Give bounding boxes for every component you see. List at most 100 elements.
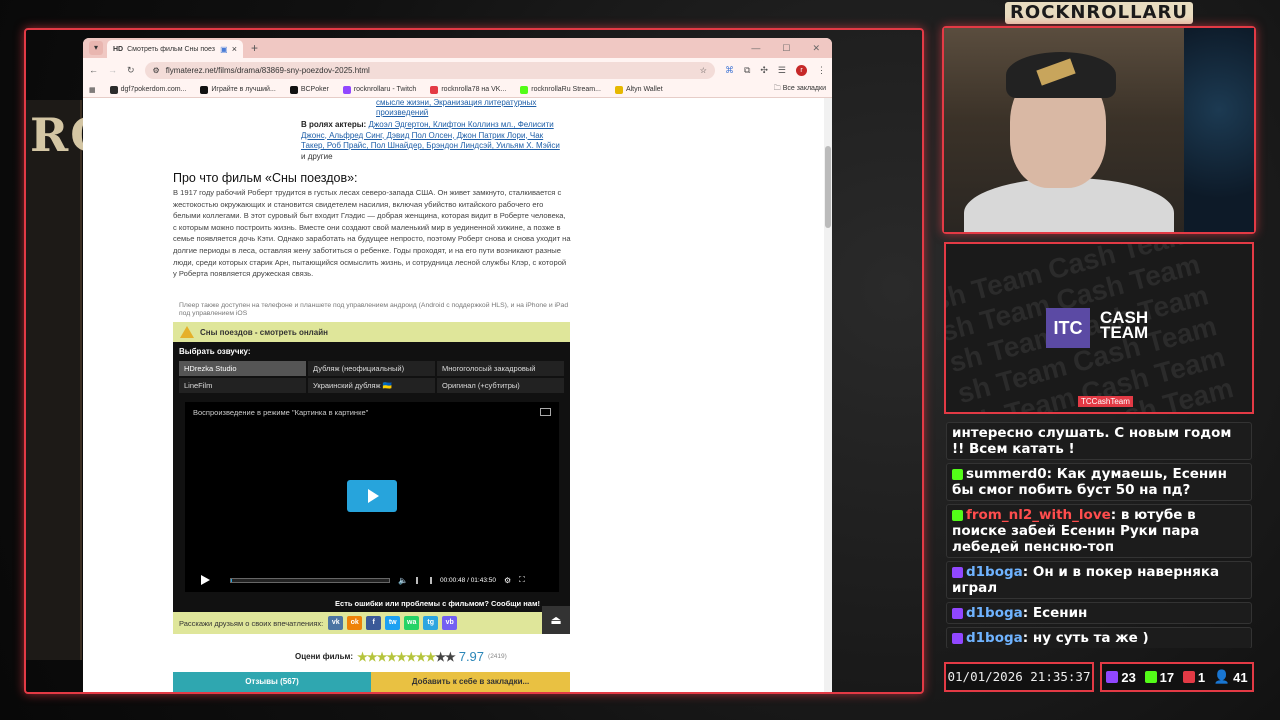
chat-username: from_nl2_with_love: [966, 507, 1111, 523]
bookmark-item[interactable]: Altyn Wallet: [614, 85, 663, 94]
bookmark-item[interactable]: rocknrollaru - Twitch: [342, 85, 417, 94]
bookmark-label: BCPoker: [300, 86, 329, 93]
share-f-icon[interactable]: f: [366, 616, 382, 630]
dub-option[interactable]: LineFilm: [179, 378, 306, 393]
bookmark-label: rocknrollaru - Twitch: [353, 86, 417, 93]
star[interactable]: ★: [435, 650, 446, 664]
scroll-thumb[interactable]: [825, 146, 831, 228]
dub-option[interactable]: Украинский дубляж 🇺🇦: [308, 378, 435, 393]
close-icon[interactable]: ×: [232, 44, 237, 54]
volume-icon[interactable]: 🔈: [398, 576, 408, 585]
star[interactable]: ★: [377, 650, 388, 664]
browser-window: ▾ HD Смотреть фильм Сны поез ▣ × + — ☐ ✕…: [83, 38, 832, 692]
chat-text: интересно слушать. С новым годом !! Всем…: [952, 425, 1232, 457]
vklive-icon: [1182, 671, 1195, 683]
bookmark-star-icon[interactable]: ☆: [700, 66, 707, 75]
settings-gear-icon[interactable]: ⚙: [504, 576, 511, 585]
maximize-icon[interactable]: ☐: [782, 43, 790, 54]
window-close-icon[interactable]: ✕: [812, 43, 820, 54]
player-controls: 🔈 00:00:48 / 01:43:50 ⚙ ⛶: [185, 572, 559, 588]
dub-option[interactable]: Оригинал (+субтитры): [437, 378, 564, 393]
extensions-icon[interactable]: ✣: [760, 65, 768, 76]
dub-option[interactable]: Многоголосый закадровый: [437, 361, 564, 376]
star[interactable]: ★: [386, 650, 397, 664]
reload-icon[interactable]: ↻: [127, 65, 135, 76]
reading-list-icon[interactable]: ☰: [778, 65, 786, 76]
reviews-button[interactable]: Отзывы (567): [173, 672, 371, 692]
dub-option[interactable]: HDrezka Studio: [179, 361, 306, 376]
cast-label: В ролях актеры:: [301, 120, 367, 129]
share-vk-icon[interactable]: vk: [328, 616, 344, 630]
star[interactable]: ★: [367, 650, 378, 664]
video-area[interactable]: Воспроизведение в режиме "Картинка в кар…: [185, 402, 559, 592]
volume-slider[interactable]: [415, 576, 432, 584]
bookmark-item[interactable]: rocknrolla78 на VK...: [430, 85, 506, 94]
feedback-link[interactable]: Есть ошибки или проблемы с фильмом? Сооб…: [335, 599, 540, 608]
tab-active[interactable]: HD Смотреть фильм Сны поез ▣ ×: [107, 40, 243, 58]
star[interactable]: ★: [425, 650, 436, 664]
star[interactable]: ★: [357, 650, 368, 664]
time-display: 00:00:48 / 01:43:50: [439, 576, 496, 584]
chat-text: : ну суть та же ): [1022, 630, 1149, 646]
all-bookmarks[interactable]: 🗀 Все закладки: [774, 84, 826, 95]
minimize-icon[interactable]: —: [751, 43, 760, 54]
player-header-title: Сны поездов - смотреть онлайн: [200, 327, 328, 337]
add-bookmark-button[interactable]: Добавить к себе в закладки...: [371, 672, 570, 692]
big-play-button[interactable]: [347, 480, 397, 512]
share-wa-icon[interactable]: wa: [404, 616, 420, 630]
site-info-icon[interactable]: ⚙: [153, 66, 160, 75]
viewer-stats: 23 17 1 👤 41: [1100, 662, 1254, 692]
extension-icon[interactable]: ⧉: [744, 65, 750, 76]
pip-icon: ▣: [220, 44, 228, 54]
chat-message: интересно слушать. С новым годом !! Всем…: [946, 422, 1252, 460]
star[interactable]: ★: [445, 650, 456, 664]
translate-icon[interactable]: ⌘: [725, 65, 734, 76]
votes-count: (2419): [488, 653, 507, 660]
share-tw-icon[interactable]: tw: [385, 616, 401, 630]
bookmark-favicon-icon: [289, 85, 298, 94]
genres-links[interactable]: смысле жизни, Экранизация литературных п…: [376, 98, 556, 118]
tab-search-button[interactable]: ▾: [89, 41, 103, 55]
star[interactable]: ★: [406, 650, 417, 664]
chat-username: d1boga: [966, 630, 1023, 646]
bookmark-favicon-icon: [520, 85, 529, 94]
back-icon[interactable]: ←: [89, 65, 98, 75]
bookmark-favicon-icon: [200, 85, 209, 94]
fullscreen-icon[interactable]: ⛶: [519, 575, 525, 585]
pip-toggle-icon[interactable]: [540, 408, 551, 416]
chat-message: summerd0: Как думаешь, Есенин бы смог по…: [946, 463, 1252, 501]
bookmark-favicon-icon: [342, 85, 351, 94]
bookmark-item[interactable]: Играйте в лучший...: [200, 85, 276, 94]
star[interactable]: ★: [416, 650, 427, 664]
address-bar: ← → ↻ ⚙ flymaterez.net/films/drama/83869…: [83, 58, 832, 82]
twitch-icon: [1106, 671, 1119, 683]
scroll-top-icon[interactable]: ⏏: [542, 606, 570, 634]
progress-fill: [231, 578, 233, 582]
page-scrollbar[interactable]: [824, 98, 832, 692]
omnibox[interactable]: ⚙ flymaterez.net/films/drama/83869-sny-p…: [144, 61, 715, 79]
play-icon[interactable]: [201, 575, 210, 585]
dub-option[interactable]: Дубляж (неофициальный): [308, 361, 435, 376]
tab-title: Смотреть фильм Сны поез: [127, 45, 215, 53]
bookmark-label: rocknrollaRu Stream...: [531, 86, 601, 93]
star[interactable]: ★: [396, 650, 407, 664]
share-vb-icon[interactable]: vb: [442, 616, 458, 630]
star-rating[interactable]: ★★★★★★★★★★: [357, 650, 456, 664]
profile-avatar[interactable]: r: [796, 64, 807, 76]
bookmark-item[interactable]: BCPoker: [289, 85, 329, 94]
share-ok-icon[interactable]: ok: [347, 616, 363, 630]
about-title: Про что фильм «Сны поездов»:: [173, 171, 358, 185]
bookmark-label: Altyn Wallet: [625, 86, 663, 93]
chat-message: d1boga: ну суть та же ): [946, 627, 1252, 648]
twitch-badge-icon: [952, 632, 963, 644]
new-tab-button[interactable]: +: [251, 41, 258, 55]
webcam-feed: [944, 28, 1254, 232]
forward-icon[interactable]: →: [108, 65, 117, 75]
bookmark-item[interactable]: rocknrollaRu Stream...: [520, 85, 601, 94]
menu-icon[interactable]: ⋮: [817, 65, 826, 76]
apps-icon[interactable]: ▦: [89, 86, 96, 94]
share-tg-icon[interactable]: tg: [423, 616, 439, 630]
bookmark-item[interactable]: dgf7pokerdom.com...: [109, 85, 186, 94]
player-note: Плеер также доступен на телефоне и планш…: [179, 302, 569, 317]
progress-bar[interactable]: [230, 577, 390, 583]
